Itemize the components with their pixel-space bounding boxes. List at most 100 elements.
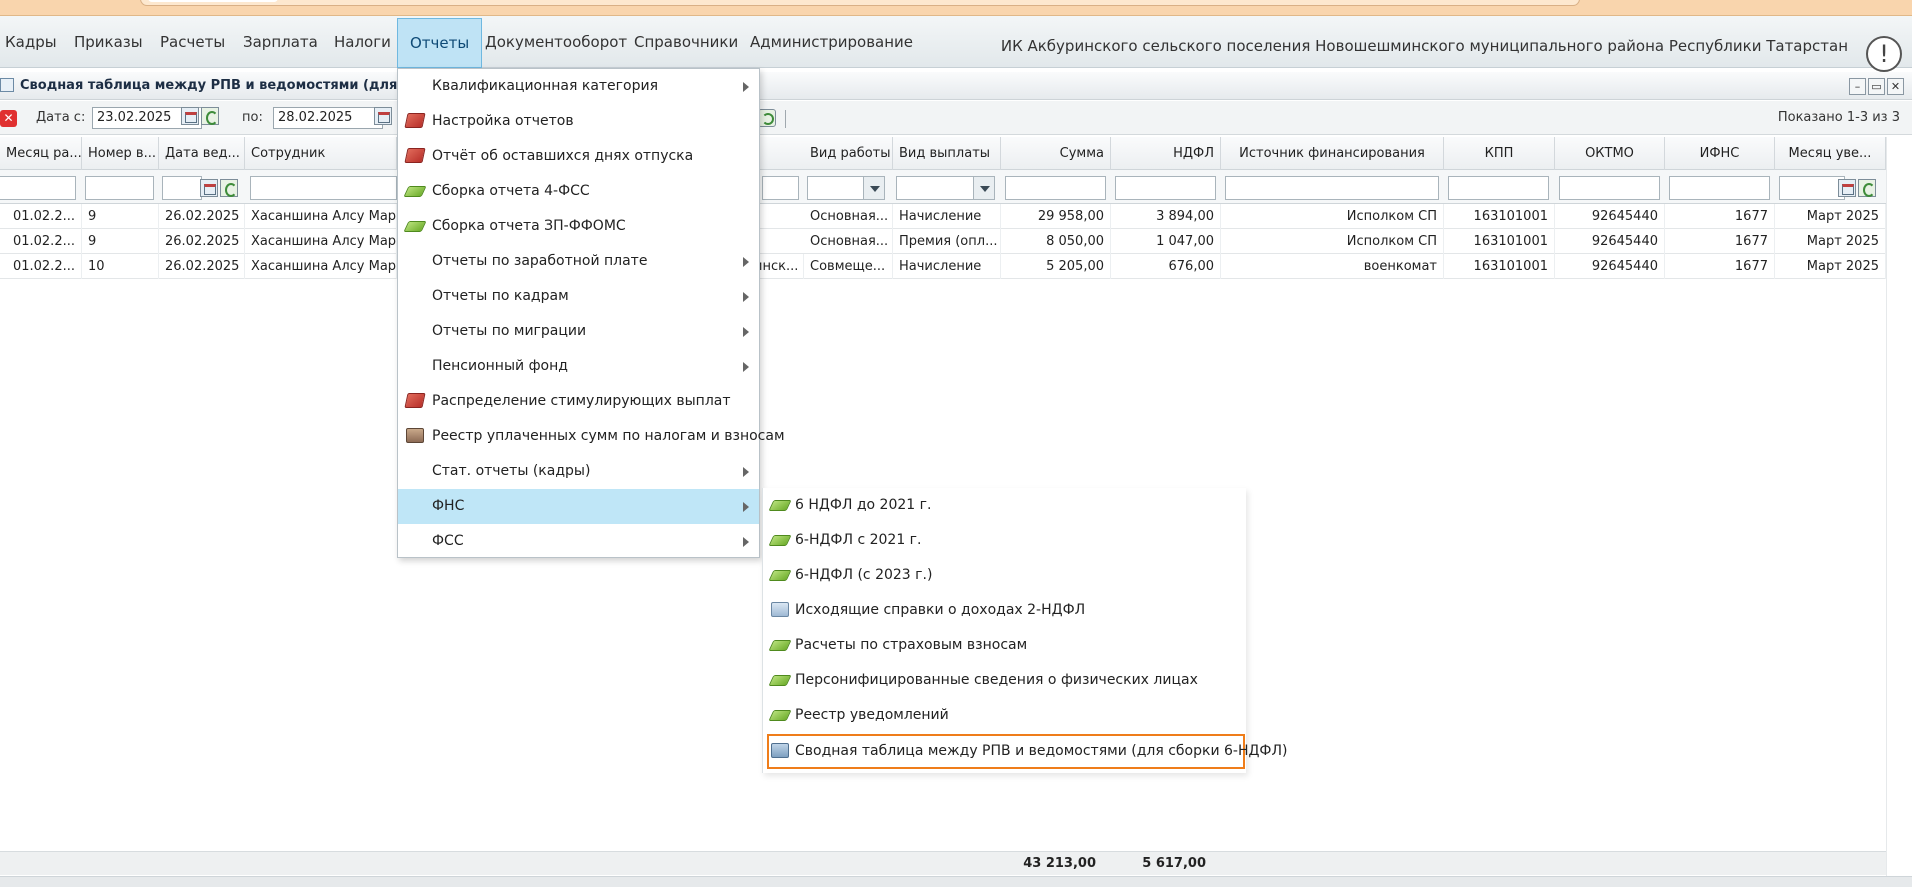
alert-icon[interactable]: ! (1866, 36, 1902, 72)
date-from-clear-icon[interactable] (201, 107, 219, 125)
menu-item-fns[interactable]: ФНС (398, 489, 759, 524)
submenu-item-2ndfl-certificates[interactable]: Исходящие справки о доходах 2-НДФЛ (763, 593, 1245, 628)
menu-item-stat-reports[interactable]: Стат. отчеты (кадры) (398, 454, 759, 489)
filter-sum-input[interactable] (1005, 176, 1106, 200)
submenu-item-insurance-calculations[interactable]: Расчеты по страховым взносам (763, 628, 1245, 663)
minimize-button[interactable]: – (1849, 78, 1866, 95)
submenu-item-6ndfl-before-2021[interactable]: 6 НДФЛ до 2021 г. (763, 488, 1245, 523)
menu-item-incentive-distribution[interactable]: Распределение стимулирующих выплат (398, 384, 759, 419)
menu-item-fss[interactable]: ФСС (398, 524, 759, 559)
filter-hidden-input[interactable] (762, 176, 799, 200)
date-to-calendar-icon[interactable] (374, 107, 392, 125)
menu-item-migration-reports[interactable]: Отчеты по миграции (398, 314, 759, 349)
menu-item-label: Реестр уплаченных сумм по налогам и взно… (432, 428, 785, 444)
menu-item-4fss-report[interactable]: Сборка отчета 4-ФСС (398, 174, 759, 209)
table-row[interactable]: 01.02.2... 10 26.02.2025 Хасаншина Алсу … (0, 254, 1886, 279)
cell-month: 01.02.2... (0, 204, 82, 229)
cell-oktmo: 92645440 (1555, 204, 1665, 229)
menu-prikazy[interactable]: Приказы (62, 28, 155, 56)
menu-spravochniki[interactable]: Справочники (622, 28, 750, 56)
menu-item-paid-taxes-registry[interactable]: Реестр уплаченных сумм по налогам и взно… (398, 419, 785, 454)
main-menu-bar: Кадры Приказы Расчеты Зарплата Налоги От… (0, 16, 1912, 72)
menu-item-hr-reports[interactable]: Отчеты по кадрам (398, 279, 759, 314)
column-header-oktmo[interactable]: ОКТМО (1555, 137, 1665, 170)
filter-number-input[interactable] (85, 176, 154, 200)
filter-ndfl-input[interactable] (1115, 176, 1216, 200)
menu-item-zp-ffoms-report[interactable]: Сборка отчета ЗП-ФФОМС (398, 209, 759, 244)
menu-item-vacation-days-report[interactable]: Отчёт об оставшихся днях отпуска (398, 139, 759, 174)
column-header-work-type[interactable]: Вид работы (804, 137, 893, 170)
green-book-icon (768, 710, 792, 721)
cell-ifns: 1677 (1665, 254, 1775, 279)
filter-kpp-input[interactable] (1448, 176, 1549, 200)
records-shown-counter: Показано 1-3 из 3 (1777, 110, 1900, 125)
column-header-employee[interactable]: Сотрудник (245, 137, 397, 170)
submenu-item-rpv-summary-table[interactable]: Сводная таблица между РПВ и ведомостями … (767, 734, 1287, 769)
submenu-item-notices-registry[interactable]: Реестр уведомлений (763, 698, 1245, 733)
maximize-button[interactable]: ▭ (1868, 78, 1885, 95)
filter-date-calendar-icon[interactable] (200, 179, 218, 197)
cell-payment-type: Начисление (893, 204, 1001, 229)
column-header-month[interactable]: Месяц ра... (0, 137, 82, 170)
cell-date: 26.02.2025 (159, 229, 245, 254)
cell-number: 10 (82, 254, 159, 279)
cell-notice-month: Март 2025 (1775, 229, 1886, 254)
window-title-bar: Сводная таблица между РПВ и ведомостями … (0, 72, 1912, 100)
vertical-scrollbar[interactable] (1886, 137, 1912, 876)
filter-date-input[interactable] (162, 176, 202, 200)
column-header-ifns[interactable]: ИФНС (1665, 137, 1775, 170)
filter-notice-month-input[interactable] (1779, 176, 1845, 200)
submenu-item-label: Расчеты по страховым взносам (795, 637, 1028, 653)
submenu-arrow-icon (743, 362, 749, 372)
menu-otchety[interactable]: Отчеты (397, 18, 483, 68)
filter-funding-source-input[interactable] (1225, 176, 1439, 200)
filter-work-type-dropdown-icon[interactable] (863, 176, 885, 200)
filter-payment-type-select[interactable] (896, 176, 976, 200)
submenu-item-6ndfl-from-2023[interactable]: 6-НДФЛ (с 2023 г.) (763, 558, 1245, 593)
submenu-item-personal-info[interactable]: Персонифицированные сведения о физически… (763, 663, 1245, 698)
filter-date-clear-icon[interactable] (220, 179, 238, 197)
filter-oktmo-input[interactable] (1559, 176, 1660, 200)
submenu-item-6ndfl-from-2021[interactable]: 6-НДФЛ с 2021 г. (763, 523, 1245, 558)
column-header-kpp[interactable]: КПП (1444, 137, 1555, 170)
column-header-payment-type[interactable]: Вид выплаты (893, 137, 1001, 170)
menu-item-qualification-category[interactable]: Квалификационная категория (398, 69, 759, 104)
menu-item-report-settings[interactable]: Настройка отчетов (398, 104, 759, 139)
filter-notice-month-clear-icon[interactable] (1858, 179, 1876, 197)
menu-zarplata[interactable]: Зарплата (231, 28, 330, 56)
column-header-number[interactable]: Номер в... (82, 137, 159, 170)
filter-payment-type-dropdown-icon[interactable] (973, 176, 995, 200)
menu-item-salary-reports[interactable]: Отчеты по заработной плате (398, 244, 759, 279)
date-from-calendar-icon[interactable] (181, 107, 199, 125)
green-book-icon (768, 675, 792, 686)
menu-raschety[interactable]: Расчеты (148, 28, 237, 56)
filter-employee-input[interactable] (250, 176, 397, 200)
column-header-sum[interactable]: Сумма (1001, 137, 1111, 170)
column-header-notice-month[interactable]: Месяц уве... (1775, 137, 1886, 170)
registry-icon (406, 428, 424, 443)
menu-administrirovanie[interactable]: Администрирование (738, 28, 925, 56)
menu-item-pension-fund[interactable]: Пенсионный фонд (398, 349, 759, 384)
close-window-button[interactable]: ✕ (1887, 78, 1904, 95)
column-header-funding-source[interactable]: Источник финансирования (1221, 137, 1444, 170)
address-bar[interactable] (140, 0, 1580, 6)
date-to-input[interactable]: 28.02.2025 (273, 107, 383, 129)
menu-dokumentooborot[interactable]: Документооборот (473, 28, 639, 56)
column-header-date[interactable]: Дата вед... (159, 137, 245, 170)
filter-work-type-select[interactable] (807, 176, 867, 200)
cell-month: 01.02.2... (0, 254, 82, 279)
filter-month-input[interactable] (0, 176, 76, 200)
menu-nalogi[interactable]: Налоги (322, 28, 403, 56)
column-header-ndfl[interactable]: НДФЛ (1111, 137, 1221, 170)
clear-filter-button[interactable]: ✕ (0, 110, 17, 127)
table-row[interactable]: 01.02.2... 9 26.02.2025 Хасаншина Алсу М… (0, 204, 1886, 229)
table-row[interactable]: 01.02.2... 9 26.02.2025 Хасаншина Алсу М… (0, 229, 1886, 254)
filter-notice-month-calendar-icon[interactable] (1838, 179, 1856, 197)
filter-ifns-input[interactable] (1669, 176, 1770, 200)
menu-item-label: Стат. отчеты (кадры) (432, 463, 591, 479)
refresh-icon[interactable] (758, 109, 776, 127)
menu-kadry[interactable]: Кадры (0, 28, 69, 56)
address-bar-field[interactable] (148, 0, 278, 2)
submenu-arrow-icon (743, 537, 749, 547)
red-book-icon (404, 393, 426, 408)
